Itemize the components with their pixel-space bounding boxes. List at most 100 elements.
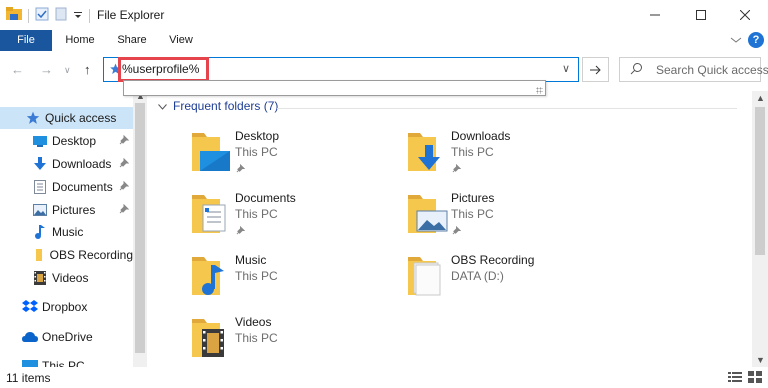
folder-tile-music[interactable]: Music This PC — [190, 253, 390, 311]
minimize-button[interactable] — [632, 0, 678, 30]
address-autocomplete-dropdown[interactable] — [123, 80, 546, 96]
folder-name: OBS Recording — [451, 253, 535, 267]
sidebar-item-obs-recording[interactable]: OBS Recording — [0, 244, 133, 266]
maximize-button[interactable] — [678, 0, 724, 30]
go-button[interactable] — [582, 57, 609, 82]
sidebar-item-onedrive[interactable]: OneDrive — [0, 326, 133, 348]
content-pane: Frequent folders (7) Desktop This PC Dow… — [150, 91, 752, 367]
sidebar-item-label: Videos — [52, 271, 89, 285]
sidebar-item-videos[interactable]: Videos — [0, 267, 133, 289]
folder-tile-desktop[interactable]: Desktop This PC — [190, 129, 390, 187]
content-scrollbar[interactable]: ▲ ▼ — [752, 91, 768, 367]
expand-ribbon-icon[interactable] — [730, 33, 742, 47]
folder-tile-obs-recording[interactable]: OBS Recording DATA (D:) — [406, 253, 606, 311]
videos-icon — [32, 270, 48, 286]
sidebar-item-label: Quick access — [45, 111, 117, 125]
sidebar-item-pictures[interactable]: Pictures — [0, 199, 133, 221]
folder-name: Pictures — [451, 191, 495, 205]
videos-folder-icon — [190, 315, 238, 367]
recent-locations-icon[interactable]: ∨ — [64, 65, 71, 76]
dropbox-icon — [22, 299, 38, 315]
tab-view[interactable]: View — [160, 30, 202, 51]
pictures-folder-icon — [406, 191, 454, 247]
large-icons-view-icon[interactable] — [748, 371, 762, 386]
sidebar-item-quick-access[interactable]: Quick access — [0, 107, 133, 129]
folder-tile-documents[interactable]: Documents This PC — [190, 191, 390, 249]
folder-location: This PC — [451, 207, 494, 221]
pin-icon[interactable] — [452, 162, 462, 176]
folder-name: Downloads — [451, 129, 511, 143]
pc-icon — [22, 358, 38, 367]
sidebar-item-documents[interactable]: Documents — [0, 176, 133, 198]
sidebar-item-label: OBS Recording — [49, 248, 133, 262]
scrollbar-thumb[interactable] — [135, 103, 145, 353]
downloads-folder-icon — [406, 129, 454, 185]
desktop-icon — [32, 133, 48, 149]
sidebar-item-label: Music — [52, 225, 84, 239]
close-button[interactable] — [722, 0, 768, 30]
address-dropdown-icon[interactable]: ∨ — [562, 62, 570, 75]
new-folder-icon[interactable] — [55, 7, 67, 24]
music-folder-icon — [190, 253, 238, 309]
folder-name: Desktop — [235, 129, 280, 143]
pin-icon[interactable] — [119, 180, 130, 194]
group-title: Frequent folders (7) — [173, 99, 279, 113]
tab-file[interactable]: File — [0, 30, 52, 51]
folder-name: Music — [235, 253, 267, 267]
sidebar-item-label: Desktop — [52, 134, 97, 148]
properties-icon[interactable] — [35, 7, 49, 24]
desktop-folder-icon — [190, 129, 238, 185]
address-bar[interactable]: %userprofile% ∨ — [103, 57, 579, 82]
sidebar-item-label: OneDrive — [42, 330, 93, 344]
scroll-up-icon[interactable]: ▲ — [756, 93, 765, 103]
up-arrow-icon[interactable]: ↑ — [84, 62, 91, 77]
status-bar: 11 items — [0, 367, 768, 388]
navigation-pane: Quick access Desktop Downloads Documents… — [0, 91, 150, 367]
help-button[interactable]: ? — [748, 32, 764, 48]
search-icon — [630, 62, 643, 78]
title-bar: File Explorer — [0, 0, 768, 30]
pin-icon[interactable] — [119, 134, 130, 148]
sidebar-item-music[interactable]: Music — [0, 221, 133, 243]
tab-share[interactable]: Share — [110, 30, 154, 51]
resize-grip-icon[interactable] — [536, 87, 543, 94]
sidebar-item-downloads[interactable]: Downloads — [0, 153, 133, 175]
folder-app-icon — [6, 7, 22, 24]
sidebar-item-label: Documents — [52, 180, 113, 194]
folder-location: This PC — [235, 331, 278, 345]
details-view-icon[interactable] — [728, 371, 742, 386]
navigation-scrollbar[interactable]: ▲ — [133, 91, 147, 367]
folder-location: DATA (D:) — [451, 269, 504, 283]
search-input[interactable]: Search Quick access — [656, 63, 768, 77]
sidebar-item-this-pc[interactable]: This PC — [0, 355, 133, 367]
sidebar-item-label: Dropbox — [42, 300, 88, 314]
folder-tile-downloads[interactable]: Downloads This PC — [406, 129, 606, 187]
music-icon — [32, 224, 48, 240]
scroll-down-icon[interactable]: ▼ — [756, 355, 765, 365]
customize-qat-icon[interactable] — [73, 9, 83, 23]
folder-tile-pictures[interactable]: Pictures This PC — [406, 191, 606, 249]
group-header-frequent-folders[interactable]: Frequent folders (7) — [158, 99, 278, 113]
folder-icon — [32, 247, 46, 263]
quick-access-toolbar — [6, 7, 90, 24]
back-arrow-icon[interactable]: ← — [11, 62, 24, 77]
star-icon — [25, 110, 41, 126]
search-box[interactable]: Search Quick access — [619, 57, 768, 82]
sidebar-item-label: This PC — [42, 359, 85, 367]
forward-arrow-icon[interactable]: → — [40, 62, 53, 77]
pin-icon[interactable] — [236, 162, 246, 176]
folder-location: This PC — [235, 269, 278, 283]
chevron-down-icon[interactable] — [158, 99, 167, 113]
pin-icon[interactable] — [119, 203, 130, 217]
folder-tile-videos[interactable]: Videos This PC — [190, 315, 390, 367]
pin-icon[interactable] — [119, 157, 130, 171]
sidebar-item-desktop[interactable]: Desktop — [0, 130, 133, 152]
item-count: 11 items — [6, 371, 51, 385]
pin-icon[interactable] — [452, 224, 462, 238]
onedrive-icon — [22, 329, 38, 345]
tab-home[interactable]: Home — [55, 30, 105, 51]
folder-icon — [406, 253, 454, 309]
sidebar-item-dropbox[interactable]: Dropbox — [0, 296, 133, 318]
scrollbar-thumb[interactable] — [755, 107, 765, 255]
pin-icon[interactable] — [236, 224, 246, 238]
